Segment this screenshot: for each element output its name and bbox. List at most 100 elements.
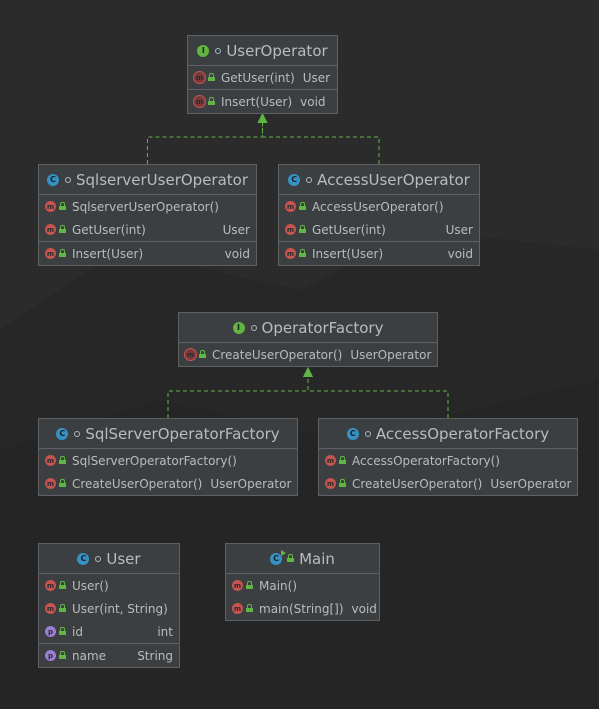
class-name: SqlserverUserOperator [75, 170, 249, 189]
public-lock-icon [59, 225, 66, 233]
public-lock-icon [339, 456, 346, 464]
method-row[interactable]: m SqlserverUserOperator() [39, 195, 256, 218]
method-row[interactable]: m AccessUserOperator() [279, 195, 479, 218]
member-type: void [300, 94, 326, 109]
class-icon: C [77, 552, 90, 565]
public-lock-icon [339, 479, 346, 487]
implements-arrowhead [303, 367, 313, 377]
member-type: int [157, 624, 173, 639]
member-type: String [137, 648, 173, 663]
class-node-user[interactable]: C User m User() m User(int, String) p id int p nam… [38, 543, 180, 668]
member-name: Insert(User) [312, 246, 384, 261]
member-name: main(String[]) [259, 601, 344, 616]
method-icon: m [45, 224, 56, 235]
class-name: AccessOperatorFactory [375, 424, 550, 443]
class-node-sqlserver-operator-factory[interactable]: C SqlServerOperatorFactory m SqlServerOpera… [38, 418, 298, 496]
method-icon: m [194, 72, 205, 83]
class-icon: C [288, 173, 301, 186]
implements-edge-3 [307, 377, 449, 418]
public-lock-icon [208, 97, 215, 105]
member-name: AccessOperatorFactory() [352, 453, 500, 468]
public-lock-icon [59, 627, 66, 635]
method-row[interactable]: m GetUser(int) User [188, 66, 337, 89]
class-header: C AccessUserOperator [279, 165, 479, 195]
class-node-main[interactable]: C Main m Main() m main(String[]) void [225, 543, 380, 621]
method-icon: m [232, 580, 243, 591]
member-name: Insert(User) [221, 94, 293, 109]
class-name: UserOperator [226, 41, 328, 60]
class-node-access-user-operator[interactable]: C AccessUserOperator m AccessUserOperator()… [278, 164, 480, 266]
method-row[interactable]: m User(int, String) [39, 597, 179, 620]
class-node-access-operator-factory[interactable]: C AccessOperatorFactory m AccessOperatorFac… [318, 418, 578, 496]
method-icon: m [45, 455, 56, 466]
public-lock-icon [299, 202, 306, 210]
method-icon: m [285, 201, 296, 212]
method-icon: m [194, 96, 205, 107]
visibility-dot-icon [95, 555, 102, 562]
class-header: I OperatorFactory [179, 313, 437, 343]
implements-edge-0 [147, 123, 263, 164]
class-name: SqlServerOperatorFactory [85, 424, 280, 443]
class-header: C SqlServerOperatorFactory [39, 419, 297, 449]
method-row[interactable]: m AccessOperatorFactory() [319, 449, 577, 472]
member-name: Insert(User) [72, 246, 144, 261]
method-row[interactable]: m GetUser(int) User [279, 218, 479, 241]
class-node-operator-factory[interactable]: I OperatorFactory m CreateUserOperator() Use… [178, 312, 438, 367]
public-lock-icon [246, 581, 253, 589]
implements-edge-1 [262, 123, 380, 164]
member-name: id [72, 624, 83, 639]
member-name: Main() [259, 578, 298, 593]
public-lock-icon [208, 73, 215, 81]
public-lock-icon [59, 651, 66, 659]
visibility-dot-icon [364, 430, 371, 437]
class-node-user-operator[interactable]: I UserOperator m GetUser(int) User m Insert(Us… [187, 35, 338, 114]
method-row[interactable]: m GetUser(int) User [39, 218, 256, 241]
member-name: SqlserverUserOperator() [72, 199, 219, 214]
member-name: GetUser(int) [312, 222, 386, 237]
method-row[interactable]: m CreateUserOperator() UserOperator [179, 343, 437, 366]
class-header: C User [39, 544, 179, 574]
member-type: UserOperator [350, 347, 432, 362]
method-row[interactable]: m CreateUserOperator() UserOperator [39, 472, 297, 495]
method-icon: m [185, 349, 196, 360]
member-type: void [447, 246, 473, 261]
member-name: CreateUserOperator() [212, 347, 343, 362]
method-row[interactable]: m User() [39, 574, 179, 597]
member-type: User [445, 222, 473, 237]
method-row[interactable]: m Insert(User) void [279, 241, 479, 265]
member-type: User [222, 222, 250, 237]
member-name: CreateUserOperator() [72, 476, 203, 491]
run-icon [281, 549, 287, 556]
method-row[interactable]: m Insert(User) void [39, 241, 256, 265]
visibility-dot-icon [215, 47, 222, 54]
public-lock-icon [299, 249, 306, 257]
method-icon: m [325, 478, 336, 489]
method-icon: m [285, 248, 296, 259]
property-row[interactable]: p id int [39, 620, 179, 643]
method-row[interactable]: m CreateUserOperator() UserOperator [319, 472, 577, 495]
uml-class-diagram: I UserOperator m GetUser(int) User m Insert(Us… [0, 0, 599, 709]
class-header: C AccessOperatorFactory [319, 419, 577, 449]
method-icon: m [232, 603, 243, 614]
public-lock-icon [59, 581, 66, 589]
visibility-dot-icon [250, 324, 257, 331]
class-name: OperatorFactory [261, 318, 384, 337]
class-name: Main [299, 549, 335, 568]
interface-icon: I [197, 44, 210, 57]
method-row[interactable]: m SqlServerOperatorFactory() [39, 449, 297, 472]
public-lock-icon [59, 604, 66, 612]
class-icon: C [270, 549, 287, 565]
implements-edge-2 [167, 377, 309, 418]
member-name: User() [72, 578, 109, 593]
property-row[interactable]: p name String [39, 643, 179, 667]
public-lock-icon [59, 202, 66, 210]
method-row[interactable]: m Main() [226, 574, 379, 597]
public-lock-icon [59, 249, 66, 257]
property-icon: p [45, 650, 56, 661]
method-row[interactable]: m main(String[]) void [226, 597, 379, 620]
member-name: AccessUserOperator() [312, 199, 444, 214]
method-row[interactable]: m Insert(User) void [188, 89, 337, 113]
visibility-dot-icon [306, 176, 313, 183]
class-node-sqlserver-user-operator[interactable]: C SqlserverUserOperator m SqlserverUserOper… [38, 164, 257, 266]
class-icon: C [46, 173, 59, 186]
